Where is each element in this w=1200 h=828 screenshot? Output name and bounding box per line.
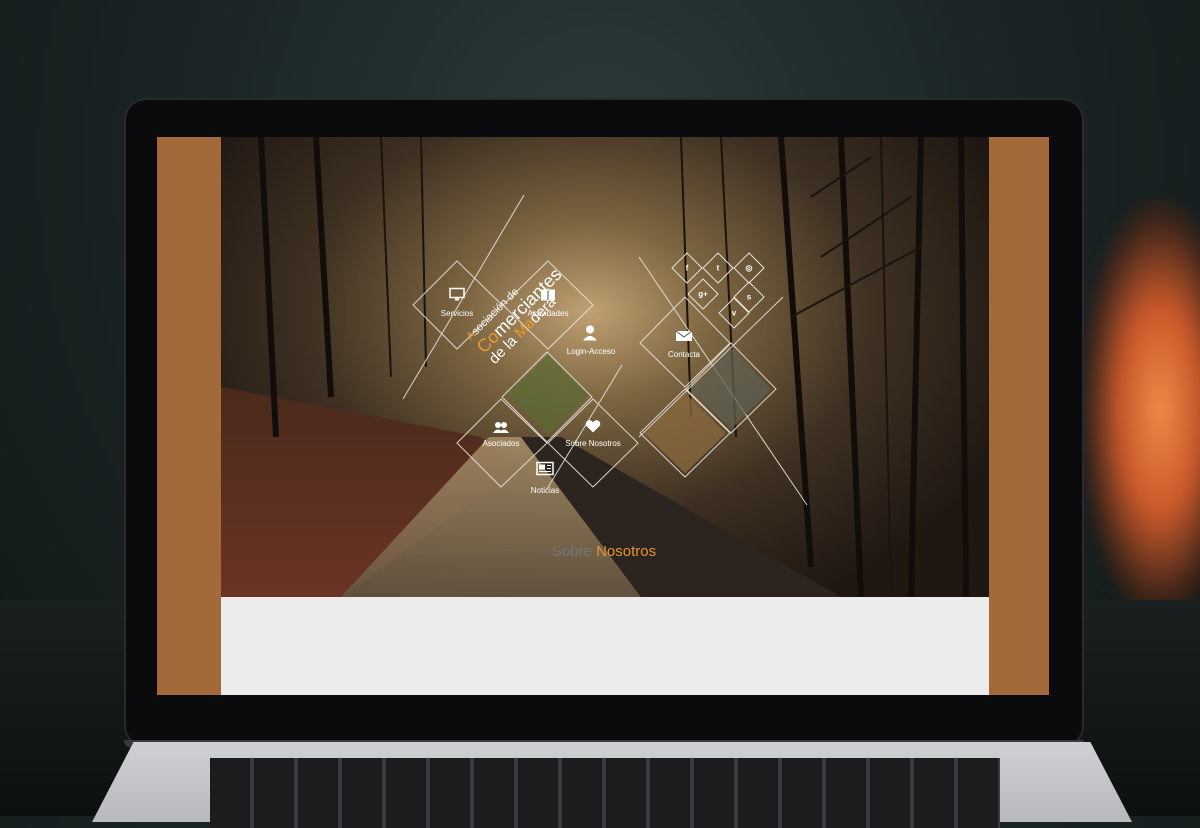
vimeo-icon[interactable]: v bbox=[732, 309, 736, 318]
nav-contacta[interactable]: Contacta bbox=[668, 350, 700, 359]
section-title-part1: Sobre bbox=[551, 543, 597, 560]
section-title: Sobre Nosotros bbox=[220, 543, 988, 560]
facebook-icon[interactable]: f bbox=[686, 264, 689, 273]
background-lamp-glow bbox=[1080, 200, 1200, 620]
envelope-icon bbox=[675, 329, 693, 347]
twitter-icon[interactable]: t bbox=[717, 264, 720, 273]
users-icon bbox=[493, 420, 509, 438]
nav-sobre-nosotros[interactable]: Sobre Nosotros bbox=[565, 439, 621, 448]
laptop-screen: Servicios Actividades Login-Acceso Asoci… bbox=[157, 137, 1049, 695]
diamond-menu-lines bbox=[402, 194, 808, 506]
nav-noticias[interactable]: Noticias bbox=[531, 486, 559, 495]
hero-banner: Servicios Actividades Login-Acceso Asoci… bbox=[221, 137, 989, 597]
content-area bbox=[221, 597, 989, 695]
keyboard-keys bbox=[210, 758, 1000, 828]
google-plus-icon[interactable]: g+ bbox=[698, 290, 708, 299]
heart-icon bbox=[585, 420, 601, 439]
nav-asociados[interactable]: Asociados bbox=[483, 439, 520, 448]
monitor-icon bbox=[449, 287, 465, 307]
user-login-icon bbox=[583, 325, 599, 346]
section-title-part2: Nosotros bbox=[596, 543, 657, 560]
nav-login-acceso[interactable]: Login-Acceso bbox=[567, 347, 615, 356]
nav-servicios[interactable]: Servicios bbox=[441, 309, 473, 318]
skype-icon[interactable]: s bbox=[747, 293, 751, 302]
website: Servicios Actividades Login-Acceso Asoci… bbox=[221, 137, 989, 695]
dribbble-icon[interactable]: ◎ bbox=[746, 264, 753, 273]
newspaper-icon bbox=[536, 461, 554, 481]
